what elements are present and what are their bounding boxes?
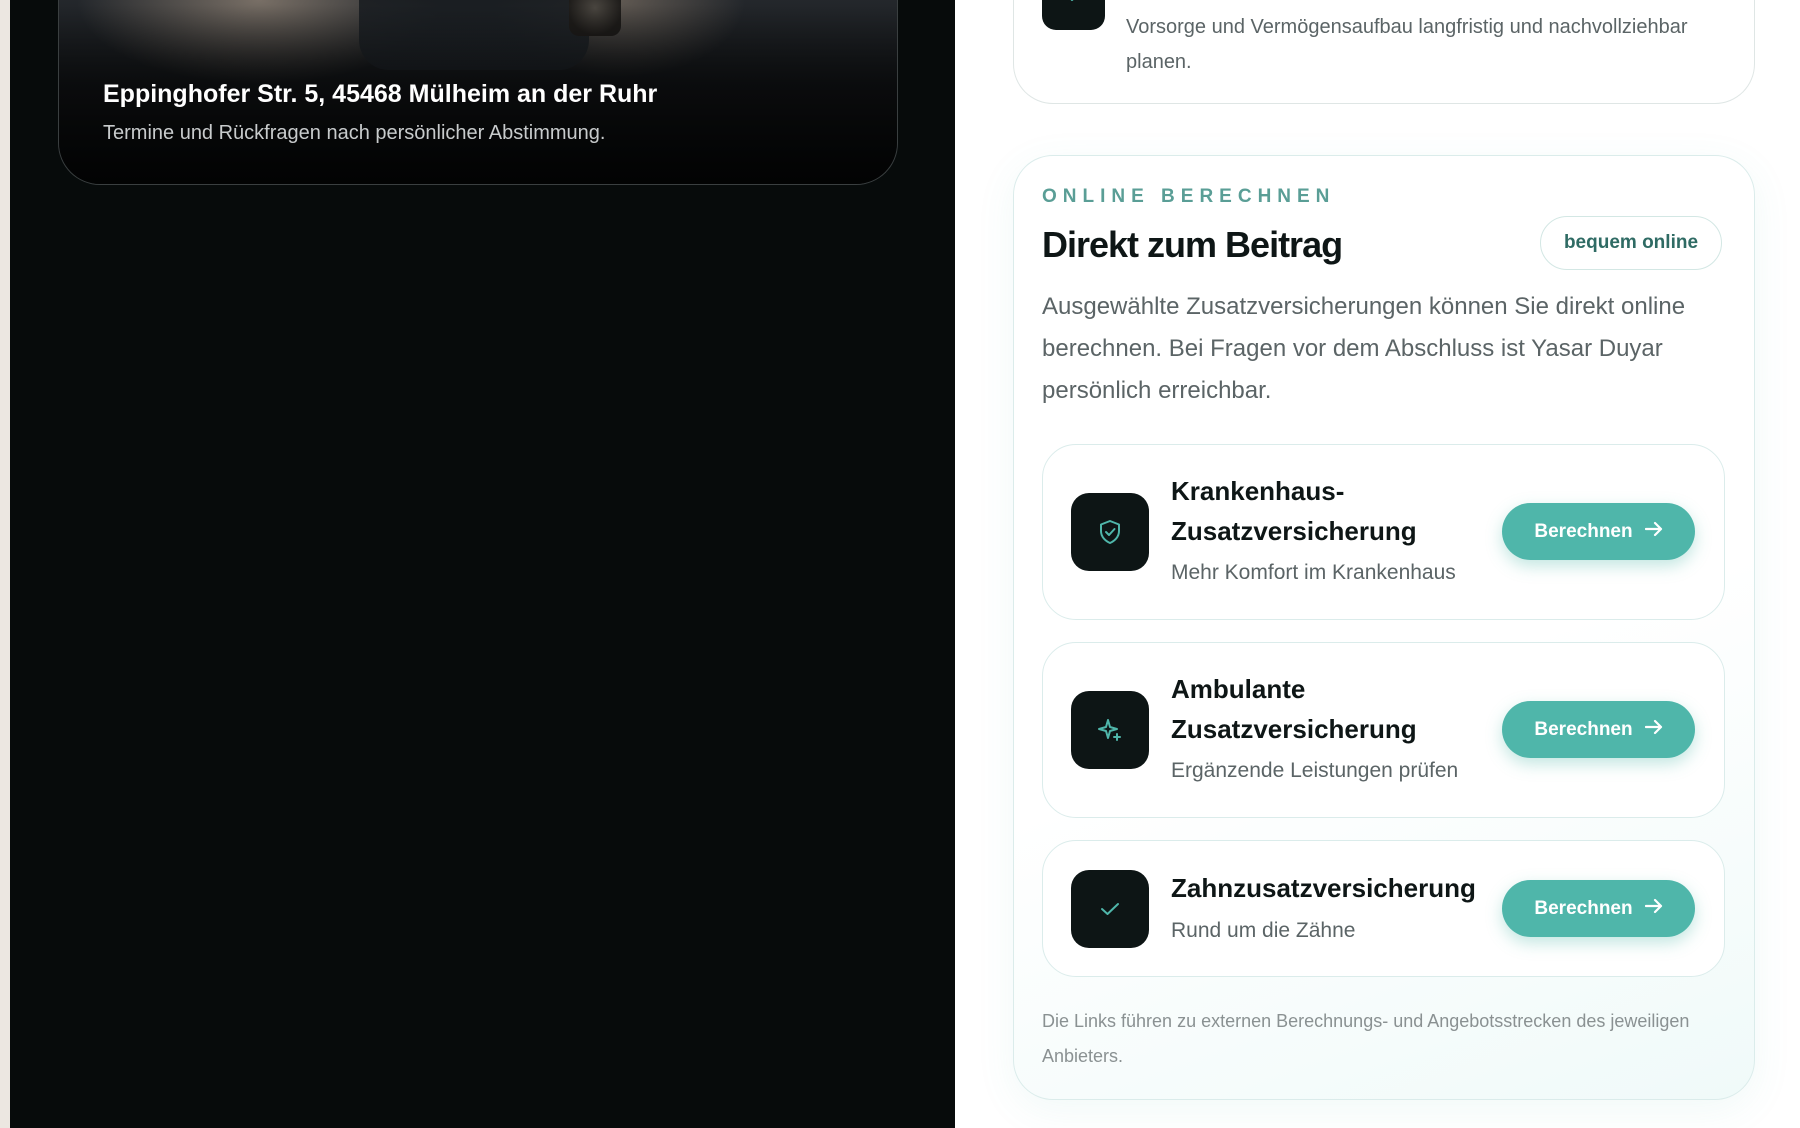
arrow-right-icon — [1644, 719, 1663, 741]
section-intro: Ausgewählte Zusatzversicherungen können … — [1042, 293, 1686, 404]
check-icon — [1042, 0, 1105, 30]
calculate-button[interactable]: Berechnen — [1502, 701, 1695, 758]
calculate-button-label: Berechnen — [1534, 718, 1633, 740]
calculate-button[interactable]: Berechnen — [1502, 880, 1695, 937]
shield-check-icon — [1071, 493, 1149, 571]
product-subtitle: Rund um die Zähne — [1171, 919, 1356, 942]
calculate-button[interactable]: Berechnen — [1502, 503, 1695, 560]
section-title: Direkt zum Beitrag — [1042, 224, 1343, 265]
product-title: Krankenhaus-Zusatzversicherung — [1171, 476, 1417, 546]
online-badge: bequem online — [1540, 216, 1722, 270]
product-subtitle: Ergänzende Leistungen prüfen — [1171, 759, 1459, 782]
product-subtitle: Mehr Komfort im Krankenhaus — [1171, 561, 1456, 584]
office-note: Termine und Rückfragen nach persönlicher… — [103, 122, 606, 144]
product-card-ambulant: Ambulante Zusatzversicherung Ergänzende … — [1042, 642, 1725, 818]
page-edge — [0, 0, 10, 1128]
product-card-krankenhaus: Krankenhaus-Zusatzversicherung Mehr Komf… — [1042, 444, 1725, 620]
product-title: Ambulante Zusatzversicherung — [1171, 674, 1417, 744]
pension-card: Vorsorge und Vermögensaufbau langfristig… — [1013, 0, 1755, 104]
arrow-right-icon — [1644, 898, 1663, 920]
section-eyebrow: ONLINE BERECHNEN — [1042, 186, 1336, 207]
calculate-button-label: Berechnen — [1534, 897, 1633, 919]
sparkle-icon — [1071, 691, 1149, 769]
check-icon — [1071, 870, 1149, 948]
pension-card-text: Vorsorge und Vermögensaufbau langfristig… — [1126, 16, 1688, 73]
external-links-note: Die Links führen zu externen Berechnungs… — [1042, 1011, 1690, 1066]
product-title: Zahnzusatzversicherung — [1171, 873, 1476, 903]
office-address: Eppinghofer Str. 5, 45468 Mülheim an der… — [103, 80, 658, 108]
arrow-right-icon — [1644, 521, 1663, 543]
online-calculator-card: ONLINE BERECHNEN Direkt zum Beitrag bequ… — [1013, 155, 1755, 1100]
calculate-button-label: Berechnen — [1534, 520, 1633, 542]
product-card-zahn: Zahnzusatzversicherung Rund um die Zähne… — [1042, 840, 1725, 977]
